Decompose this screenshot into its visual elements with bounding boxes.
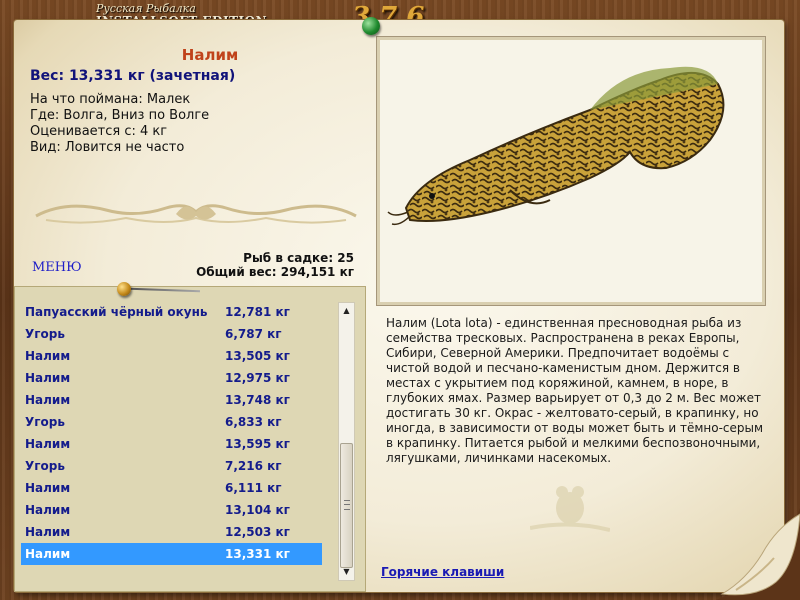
fish-description: Налим (Lota lota) - единственная преснов…	[386, 316, 764, 465]
location-detail: Где: Волга, Вниз по Волге	[30, 108, 210, 123]
list-item-name: Угорь	[25, 459, 65, 473]
list-item[interactable]: Угорь 6,833 кг	[21, 411, 322, 433]
burbot-image	[387, 66, 725, 226]
list-item-name: Налим	[25, 349, 71, 363]
fish-name: Налим	[181, 46, 239, 64]
list-item-weight: 7,216 кг	[225, 459, 282, 473]
list-item-weight: 12,975 кг	[225, 371, 290, 385]
total-weight: Общий вес: 294,151 кг	[196, 265, 354, 279]
list-item[interactable]: Налим 13,331 кг	[21, 543, 322, 565]
grip-icon	[344, 500, 350, 510]
species-detail: Вид: Ловится не часто	[30, 140, 185, 155]
list-item-name: Налим	[25, 393, 71, 407]
list-item[interactable]: Налим 13,595 кг	[21, 433, 322, 455]
mascot-watermark-icon	[530, 486, 610, 532]
bait-detail: На что поймана: Малек	[30, 92, 191, 107]
list-item[interactable]: Налим 13,104 кг	[21, 499, 322, 521]
list-item-weight: 13,331 кг	[225, 547, 290, 561]
list-item[interactable]: Папуасский чёрный окунь 12,781 кг	[21, 301, 322, 323]
scroll-down-icon[interactable]: ▼	[339, 564, 354, 580]
list-item-weight: 6,833 кг	[225, 415, 282, 429]
list-item-weight: 12,781 кг	[225, 305, 290, 319]
scroll-up-icon[interactable]: ▲	[339, 303, 354, 319]
net-stats: Рыб в садке: 25 Общий вес: 294,151 кг	[196, 251, 354, 279]
list-item-weight: 13,104 кг	[225, 503, 290, 517]
list-item-name: Угорь	[25, 327, 65, 341]
list-item-name: Налим	[25, 371, 71, 385]
list-item[interactable]: Налим 13,748 кг	[21, 389, 322, 411]
catch-details: На что поймана: Малек Где: Волга, Вниз п…	[30, 92, 370, 156]
list-item-name: Налим	[25, 437, 71, 451]
yellow-pin-icon	[117, 282, 131, 296]
list-item-weight: 6,111 кг	[225, 481, 282, 495]
game-window: Русская Рыбалка INSTALLSOFT EDITION 3.7.…	[0, 0, 800, 600]
ornament-divider	[35, 204, 357, 224]
list-item-weight: 13,505 кг	[225, 349, 290, 363]
page-curl-icon	[716, 508, 800, 600]
list-item[interactable]: Налим 12,975 кг	[21, 367, 322, 389]
rating-detail: Оценивается с: 4 кг	[30, 124, 168, 139]
catch-list-panel: Папуасский чёрный окунь 12,781 кг Угорь 6,7…	[14, 286, 366, 592]
list-item-weight: 6,787 кг	[225, 327, 282, 341]
list-item-name: Папуасский чёрный окунь	[25, 305, 208, 319]
list-item-name: Угорь	[25, 415, 65, 429]
fish-image-frame	[380, 40, 762, 302]
fish-weight: Вес: 13,331 кг (зачетная)	[30, 68, 236, 84]
list-item-weight: 13,595 кг	[225, 437, 290, 451]
green-pin-icon	[362, 17, 380, 35]
list-item-weight: 13,748 кг	[225, 393, 290, 407]
list-item-name: Налим	[25, 525, 71, 539]
list-item[interactable]: Налим 12,503 кг	[21, 521, 322, 543]
list-item-name: Налим	[25, 481, 71, 495]
list-item-weight: 12,503 кг	[225, 525, 290, 539]
list-item[interactable]: Угорь 7,216 кг	[21, 455, 322, 477]
list-item[interactable]: Налим 13,505 кг	[21, 345, 322, 367]
menu-link[interactable]: МЕНЮ	[32, 260, 82, 275]
hotkeys-link[interactable]: Горячие клавиши	[381, 565, 504, 579]
catch-info: Налим Вес: 13,331 кг (зачетная) На что п…	[30, 46, 370, 156]
scroll-thumb[interactable]	[340, 443, 353, 568]
list-item-name: Налим	[25, 503, 71, 517]
catch-list[interactable]: Папуасский чёрный окунь 12,781 кг Угорь 6,7…	[21, 301, 322, 565]
list-scrollbar[interactable]: ▲ ▼	[338, 302, 355, 581]
list-item[interactable]: Угорь 6,787 кг	[21, 323, 322, 345]
fish-count: Рыб в садке: 25	[243, 251, 354, 265]
list-item[interactable]: Налим 6,111 кг	[21, 477, 322, 499]
list-item-name: Налим	[25, 547, 71, 561]
